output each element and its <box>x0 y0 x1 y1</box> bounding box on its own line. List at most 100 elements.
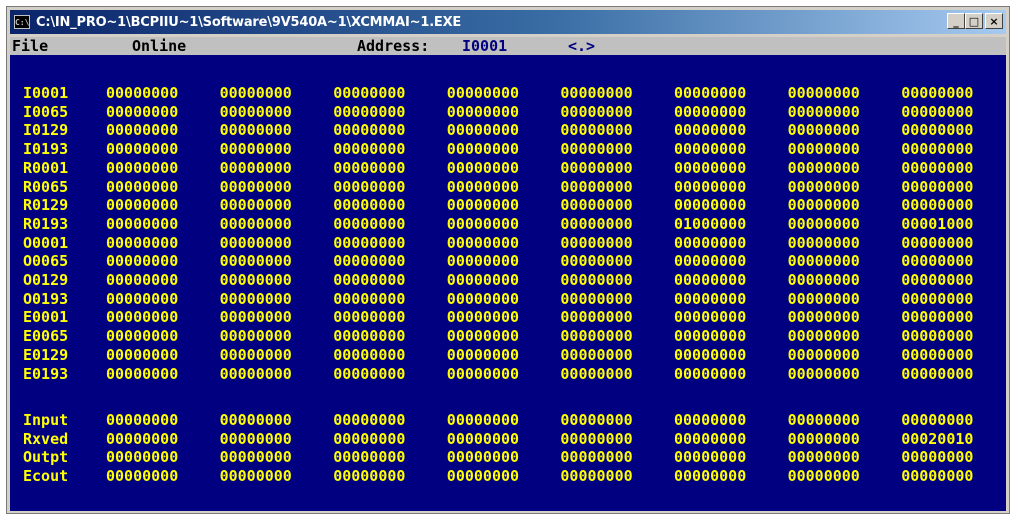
summary-row-value: 00000000 <box>674 429 747 448</box>
register-row-value: 00000000 <box>446 364 520 383</box>
summary-row-value: 00000000 <box>787 411 860 429</box>
register-row-value: 00000000 <box>333 121 406 140</box>
register-row-value: 00000000 <box>787 102 860 121</box>
register-row-value: 00000000 <box>901 289 974 308</box>
summary-row-value: 00000000 <box>333 448 406 467</box>
register-row-label: I0065 <box>23 102 69 121</box>
register-row-value: 00000000 <box>560 214 633 233</box>
console-app-icon[interactable]: C:\ <box>14 15 30 29</box>
register-row-value: 00000000 <box>333 364 406 383</box>
register-row-value: 00000000 <box>901 84 974 102</box>
register-row-label: O0129 <box>23 271 69 289</box>
register-row-value: 00000000 <box>219 308 292 327</box>
register-row-value: 00000000 <box>787 121 860 140</box>
summary-row-value: 00000000 <box>333 429 406 448</box>
register-row-value: 00000000 <box>560 102 633 121</box>
menu-online[interactable]: Online <box>132 37 186 55</box>
register-row-value: 00000000 <box>787 177 860 196</box>
register-row-value: 00000000 <box>901 158 974 177</box>
register-row-value: 00000000 <box>901 102 974 121</box>
register-row-value: 00000000 <box>560 84 633 102</box>
register-row-value: 00000000 <box>106 308 179 327</box>
summary-row-label: Input <box>23 411 69 429</box>
summary-row-label: Outpt <box>23 448 69 467</box>
summary-row-value: 00000000 <box>560 448 633 467</box>
register-row-value: 01000000 <box>674 214 747 233</box>
summary-row-value: 00000000 <box>219 429 292 448</box>
register-row-label: I0193 <box>23 140 69 159</box>
register-row-value: 00000000 <box>106 345 179 364</box>
register-row-label: I0129 <box>23 121 69 140</box>
register-row-value: 00000000 <box>219 289 292 308</box>
register-row-value: 00000000 <box>219 345 292 364</box>
register-row-value: 00000000 <box>333 308 406 327</box>
register-row-label: R0129 <box>23 196 69 215</box>
register-row-value: 00000000 <box>674 158 747 177</box>
summary-row-value: 00000000 <box>446 429 520 448</box>
register-row-value: 00000000 <box>219 158 292 177</box>
register-row-value: 00000000 <box>446 177 520 196</box>
summary-row-value: 00000000 <box>674 448 747 467</box>
register-row-value: 00000000 <box>333 271 406 289</box>
address-value[interactable]: I0001 <box>462 37 507 55</box>
register-row-value: 00000000 <box>333 252 406 271</box>
summary-row-value: 00000000 <box>219 467 292 486</box>
summary-row-label: Ecout <box>23 467 69 486</box>
register-row-value: 00000000 <box>106 271 179 289</box>
register-row-value: 00000000 <box>219 84 292 102</box>
register-row-label: O0001 <box>23 233 69 252</box>
register-row-value: 00000000 <box>560 364 633 383</box>
summary-row-value: 00000000 <box>787 448 860 467</box>
register-row-value: 00000000 <box>333 345 406 364</box>
register-row-value: 00000000 <box>446 214 520 233</box>
register-row-value: 00000000 <box>560 158 633 177</box>
address-nav[interactable]: <.> <box>568 37 595 55</box>
register-row-value: 00000000 <box>106 177 179 196</box>
title-bar[interactable]: C:\ C:\IN_PRO~1\BCPIIU~1\Software\9V540A… <box>10 10 1006 34</box>
register-row-value: 00000000 <box>106 121 179 140</box>
register-row-value: 00000000 <box>674 177 747 196</box>
console-area[interactable]: File Online Address: I0001 <.> I0001 0000… <box>10 37 1006 511</box>
register-row-value: 00000000 <box>446 196 520 215</box>
register-row-value: 00000000 <box>446 84 520 102</box>
register-row-value: 00000000 <box>333 158 406 177</box>
register-row-value: 00000000 <box>106 214 179 233</box>
register-row-value: 00000000 <box>787 289 860 308</box>
register-row-value: 00000000 <box>787 140 860 159</box>
register-row-value: 00000000 <box>787 364 860 383</box>
menu-file[interactable]: File <box>12 37 48 55</box>
register-row-value: 00000000 <box>446 271 520 289</box>
register-row-value: 00000000 <box>106 196 179 215</box>
register-row-value: 00000000 <box>674 327 747 346</box>
register-row-value: 00000000 <box>333 102 406 121</box>
summary-row-label: Rxved <box>23 429 69 448</box>
minimize-button[interactable]: _ <box>947 13 965 29</box>
register-row-value: 00000000 <box>560 308 633 327</box>
register-row-value: 00000000 <box>333 233 406 252</box>
register-row-value: 00001000 <box>901 214 974 233</box>
register-row-value: 00000000 <box>787 271 860 289</box>
window-controls: _ □ × <box>947 13 1003 29</box>
close-button[interactable]: × <box>985 13 1003 29</box>
register-row-value: 00000000 <box>674 364 747 383</box>
register-row-value: 00000000 <box>446 121 520 140</box>
summary-row-value: 00000000 <box>219 448 292 467</box>
register-row-value: 00000000 <box>333 140 406 159</box>
register-row-value: 00000000 <box>106 364 179 383</box>
register-row-value: 00000000 <box>674 252 747 271</box>
summary-row-value: 00000000 <box>333 467 406 486</box>
address-label: Address: <box>357 37 430 55</box>
summary-row-value: 00000000 <box>560 467 633 486</box>
register-row-value: 00000000 <box>446 140 520 159</box>
summary-row-value: 00000000 <box>106 448 179 467</box>
register-row-label: R0193 <box>23 214 69 233</box>
register-row-value: 00000000 <box>106 140 179 159</box>
register-row-label: E0065 <box>23 327 69 346</box>
register-row-value: 00000000 <box>446 327 520 346</box>
maximize-button[interactable]: □ <box>965 13 983 29</box>
register-row-value: 00000000 <box>901 177 974 196</box>
register-row-value: 00000000 <box>106 233 179 252</box>
register-row-value: 00000000 <box>787 233 860 252</box>
register-row-value: 00000000 <box>333 196 406 215</box>
register-row-value: 00000000 <box>333 177 406 196</box>
